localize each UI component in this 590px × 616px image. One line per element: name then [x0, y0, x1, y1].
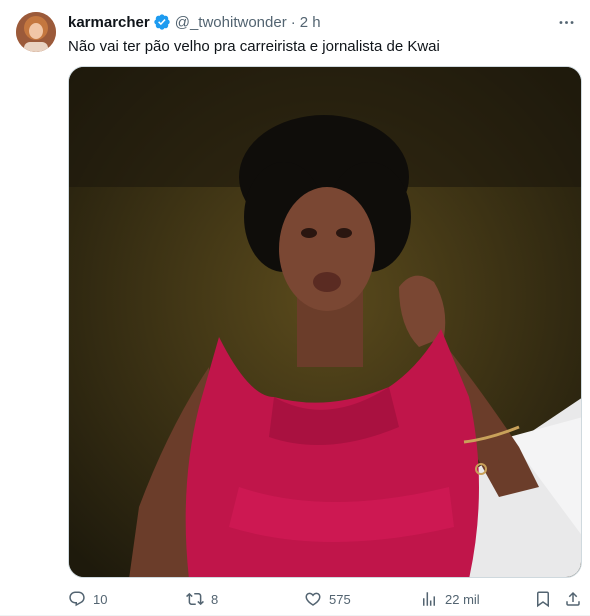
verified-icon — [153, 13, 171, 31]
views-button[interactable]: 22 mil — [420, 588, 480, 610]
action-bar: 10 8 575 22 mil — [68, 588, 580, 610]
bookmark-icon[interactable] — [534, 590, 552, 608]
repost-button[interactable]: 8 — [186, 588, 218, 610]
author-handle[interactable]: @_twohitwonder — [175, 14, 287, 31]
reply-icon — [69, 591, 85, 607]
tweet-header: karmarcher @_twohitwonder · 2 h — [68, 12, 321, 32]
like-button[interactable]: 575 — [304, 588, 351, 610]
author-name[interactable]: karmarcher — [68, 14, 150, 31]
like-count: 575 — [329, 591, 351, 607]
more-icon[interactable] — [554, 10, 578, 34]
tweet-text: Não vai ter pão velho pra carreirista e … — [68, 38, 440, 55]
repost-count: 8 — [211, 591, 219, 607]
reply-button[interactable]: 10 — [68, 588, 107, 610]
repost-icon — [186, 592, 204, 606]
reply-count: 10 — [93, 591, 108, 607]
avatar[interactable] — [16, 12, 56, 52]
tweet-image[interactable] — [68, 66, 582, 578]
views-count: 22 mil — [445, 591, 480, 607]
share-icon[interactable] — [564, 590, 582, 608]
separator-dot: · — [290, 13, 296, 31]
like-icon — [305, 592, 321, 606]
views-icon — [423, 592, 435, 606]
tweet[interactable]: karmarcher @_twohitwonder · 2 h Não vai … — [0, 0, 590, 616]
timestamp[interactable]: 2 h — [300, 14, 321, 31]
